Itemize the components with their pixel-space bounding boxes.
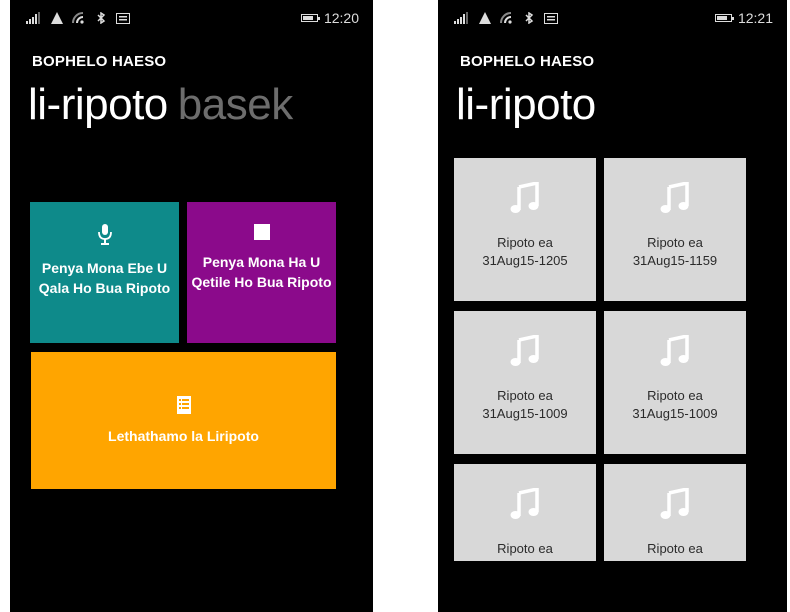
stop-recording-label: Penya Mona Ha U Qetile Ho Bua Ripoto [191, 254, 332, 290]
report-label: Ripoto ea [497, 388, 553, 403]
report-list-label: Lethathamo la Liripoto [108, 427, 259, 444]
pivot-header: li-ripoto basek [28, 80, 293, 130]
pivot-item-li-ripoto[interactable]: li-ripoto [456, 80, 596, 129]
bluetooth-icon [97, 12, 106, 24]
music-note-icon [660, 182, 689, 213]
pivot-header: li-ripoto [456, 80, 596, 130]
report-tile[interactable]: Ripoto ea 31Aug15-1205 [454, 158, 596, 301]
music-note-icon [510, 335, 539, 366]
report-tile[interactable]: Ripoto ea [604, 464, 746, 561]
bluetooth-icon [525, 12, 534, 24]
report-label: Ripoto ea [497, 235, 553, 250]
music-note-icon [510, 488, 539, 519]
data-triangle-icon [479, 12, 491, 24]
pivot-item-next[interactable]: basek [178, 80, 293, 129]
music-note-icon [660, 488, 689, 519]
wifi-icon [72, 12, 84, 24]
report-tile[interactable]: Ripoto ea 31Aug15-1009 [604, 311, 746, 454]
list-icon [176, 395, 191, 414]
report-label: Ripoto ea [497, 541, 553, 556]
phone-screen-left: 12:20 BOPHELO HAESO li-ripoto basek Penya… [10, 0, 373, 612]
report-list-tile[interactable]: Lethathamo la Liripoto [31, 352, 336, 489]
report-label: Ripoto ea [647, 235, 703, 250]
signal-icon [454, 12, 468, 24]
status-bar: 12:20 [10, 0, 373, 34]
report-date: 31Aug15-1009 [482, 406, 568, 421]
report-tile[interactable]: Ripoto ea 31Aug15-1159 [604, 158, 746, 301]
data-triangle-icon [51, 12, 63, 24]
phone-screen-right: 12:21 BOPHELO HAESO li-ripoto Ripoto ea 3… [438, 0, 787, 612]
start-recording-tile[interactable]: Penya Mona Ebe U Qala Ho Bua Ripoto [30, 202, 179, 343]
music-note-icon [510, 182, 539, 213]
stop-icon [253, 224, 270, 240]
start-recording-label: Penya Mona Ebe U Qala Ho Bua Ripoto [38, 260, 171, 296]
pivot-item-li-ripoto[interactable]: li-ripoto [28, 80, 168, 129]
wifi-icon [500, 12, 512, 24]
app-title: BOPHELO HAESO [460, 53, 595, 70]
report-label: Ripoto ea [647, 388, 703, 403]
battery-icon [714, 14, 734, 22]
report-tile[interactable]: Ripoto ea [454, 464, 596, 561]
status-time: 12:21 [737, 10, 773, 26]
stop-recording-tile[interactable]: Penya Mona Ha U Qetile Ho Bua Ripoto [187, 202, 336, 343]
report-tile[interactable]: Ripoto ea 31Aug15-1009 [454, 311, 596, 454]
report-date: 31Aug15-1205 [482, 253, 568, 268]
battery-icon [300, 14, 320, 22]
report-label: Ripoto ea [647, 541, 703, 556]
report-date: 31Aug15-1009 [632, 406, 718, 421]
message-icon [116, 13, 130, 24]
signal-icon [26, 12, 40, 24]
report-grid: Ripoto ea 31Aug15-1205 Ripoto ea 31Aug15-1… [454, 158, 774, 561]
status-bar: 12:21 [438, 0, 787, 34]
message-icon [544, 13, 558, 24]
microphone-icon [97, 224, 112, 245]
status-time: 12:20 [323, 10, 359, 26]
music-note-icon [660, 335, 689, 366]
report-date: 31Aug15-1159 [632, 253, 718, 268]
app-title: BOPHELO HAESO [32, 53, 167, 70]
